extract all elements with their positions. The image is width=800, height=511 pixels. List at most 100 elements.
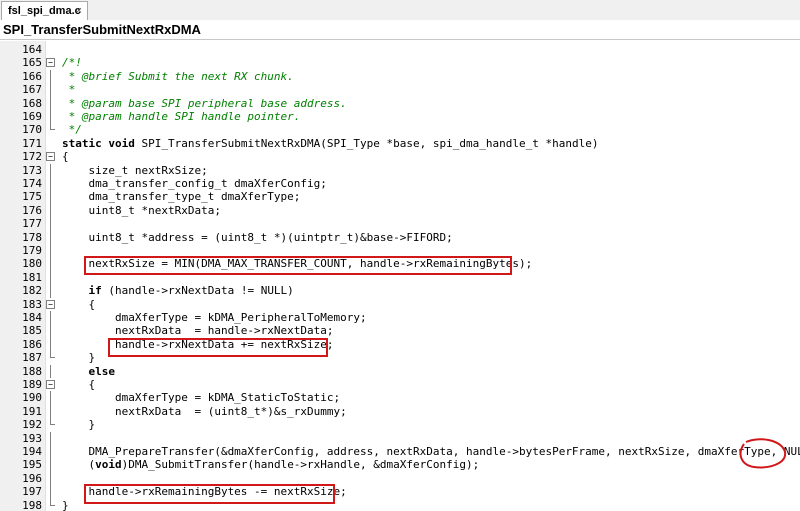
code-line[interactable]: 174 dma_transfer_config_t dmaXferConfig; (0, 177, 800, 191)
code-line[interactable]: 191 nextRxData = (uint8_t*)&s_rxDummy; (0, 404, 800, 419)
code-line[interactable]: 171 static void SPI_TransferSubmitNextRxD… (0, 137, 800, 150)
line-number: 164 (22, 43, 42, 56)
line-number: 181 (22, 270, 42, 284)
code-text: nextRxData = (uint8_t*)&s_rxDummy; (62, 405, 347, 418)
fold-toggle-icon[interactable]: − (46, 152, 55, 162)
fold-line (50, 284, 51, 298)
line-number: 183 (22, 297, 42, 311)
fold-end-marker (50, 498, 55, 506)
code-line[interactable]: 167 * (0, 83, 800, 97)
code-line[interactable]: 165−/*! (0, 56, 800, 69)
code-token: nextRxData = handle->rxNextData; (62, 324, 334, 338)
code-token: dma_transfer_type_t dmaXferType; (62, 190, 301, 204)
code-line[interactable]: 188 else (0, 364, 800, 378)
code-line[interactable]: 184 dmaXferType = kDMA_PeripheralToMemor… (0, 311, 800, 325)
fold-line (50, 471, 51, 486)
fold-line (50, 485, 51, 499)
code-line[interactable]: 195 (void)DMA_SubmitTransfer(handle->rxH… (0, 458, 800, 472)
fold-toggle-icon[interactable]: − (46, 380, 55, 389)
line-number: 188 (22, 364, 42, 378)
code-line[interactable]: 192 } (0, 418, 800, 431)
fold-line (50, 69, 51, 84)
fold-line (50, 324, 51, 338)
fold-line (50, 311, 51, 325)
highlight-oval-null (739, 438, 787, 469)
fold-line (50, 83, 51, 97)
line-number: 169 (22, 110, 42, 123)
code-line[interactable]: 175 dma_transfer_type_t dmaXferType; (0, 190, 800, 204)
fold-line (50, 431, 51, 445)
fold-line (50, 364, 51, 378)
code-text: else (62, 365, 116, 378)
line-number: 175 (22, 190, 42, 204)
code-editor[interactable]: 164 165−/*! 166 * @brief Submit the next R… (0, 41, 800, 511)
code-token: size_t nextRxSize; (62, 163, 208, 177)
comment-token: * @param base SPI peripheral base addres… (62, 96, 347, 110)
highlight-box-line-197 (84, 484, 335, 504)
code-line[interactable]: 190 dmaXferType = kDMA_StaticToStatic; (0, 391, 800, 405)
line-number: 194 (22, 445, 42, 458)
line-number: 196 (22, 471, 42, 485)
fold-line (50, 190, 51, 204)
code-text: (void)DMA_SubmitTransfer(handle->rxHandl… (62, 458, 479, 471)
code-line[interactable]: 170 */ (0, 123, 800, 136)
code-text: */ (62, 123, 82, 136)
line-number: 177 (22, 217, 42, 231)
code-text: uint8_t *nextRxData; (62, 203, 221, 217)
code-line[interactable]: 169 * @param handle SPI handle pointer. (0, 110, 800, 124)
code-line[interactable]: 193 (0, 431, 800, 445)
code-text: /*! (62, 56, 82, 69)
fold-line (50, 203, 51, 218)
code-token: uint8_t *nextRxData; (62, 203, 221, 217)
fold-toggle-icon[interactable]: − (46, 58, 55, 68)
fold-line (50, 163, 51, 177)
comment-token: * (62, 83, 76, 97)
code-line[interactable]: 172−{ (0, 150, 800, 163)
line-number: 190 (22, 391, 42, 405)
close-icon[interactable]: × (76, 2, 82, 20)
line-number: 191 (22, 404, 42, 418)
code-line[interactable]: 176 uint8_t *nextRxData; (0, 203, 800, 218)
line-number: 197 (22, 485, 42, 499)
code-line[interactable]: 164 (0, 43, 800, 56)
code-line[interactable]: 194 DMA_PrepareTransfer(&dmaXferConfig, … (0, 445, 800, 459)
line-number: 182 (22, 284, 42, 298)
code-token: nextRxData = (uint8_t*)&s_rxDummy; (62, 404, 347, 418)
fold-line (50, 177, 51, 191)
code-text: * @brief Submit the next RX chunk. (62, 70, 294, 83)
line-number: 195 (22, 458, 42, 472)
fold-toggle-icon[interactable]: − (46, 299, 55, 309)
fold-line (50, 217, 51, 231)
line-number: 166 (22, 69, 42, 83)
line-number: 193 (22, 431, 42, 445)
line-number: 176 (22, 203, 42, 217)
function-breadcrumb[interactable]: SPI_TransferSubmitNextRxDMA (0, 20, 800, 40)
code-line[interactable]: 189− { (0, 378, 800, 391)
code-line[interactable]: 182 if (handle->rxNextData != NULL) (0, 284, 800, 298)
fold-line (50, 230, 51, 244)
fold-line (50, 110, 51, 124)
code-text: } (62, 351, 95, 364)
fold-line (50, 337, 51, 352)
code-line[interactable]: 166 * @brief Submit the next RX chunk. (0, 69, 800, 84)
code-line[interactable]: 178 uint8_t *address = (uint8_t *)(uintp… (0, 230, 800, 244)
code-token: dma_transfer_config_t dmaXferConfig; (62, 177, 327, 190)
code-token: SPI_TransferSubmitNextRxDMA(SPI_Type *ba… (134, 136, 599, 150)
code-line[interactable]: 185 nextRxData = handle->rxNextData; (0, 324, 800, 338)
code-line[interactable]: 177 (0, 217, 800, 231)
fold-end-marker (50, 418, 55, 426)
code-text: * (62, 83, 76, 97)
tab-fsl-spi-dma[interactable]: fsl_spi_dma.c × (1, 1, 88, 20)
line-number: 171 (22, 136, 42, 150)
code-line[interactable]: 173 size_t nextRxSize; (0, 163, 800, 177)
code-token: )DMA_SubmitTransfer(handle->rxHandle, &d… (121, 458, 480, 472)
code-text: * @param base SPI peripheral base addres… (62, 97, 347, 110)
code-text: * @param handle SPI handle pointer. (62, 110, 301, 123)
line-number: 186 (22, 337, 42, 351)
code-line[interactable]: 183− { (0, 298, 800, 311)
line-number: 198 (22, 498, 42, 511)
keyword-token: static void (62, 136, 135, 150)
code-line[interactable]: 168 * @param base SPI peripheral base ad… (0, 96, 800, 110)
